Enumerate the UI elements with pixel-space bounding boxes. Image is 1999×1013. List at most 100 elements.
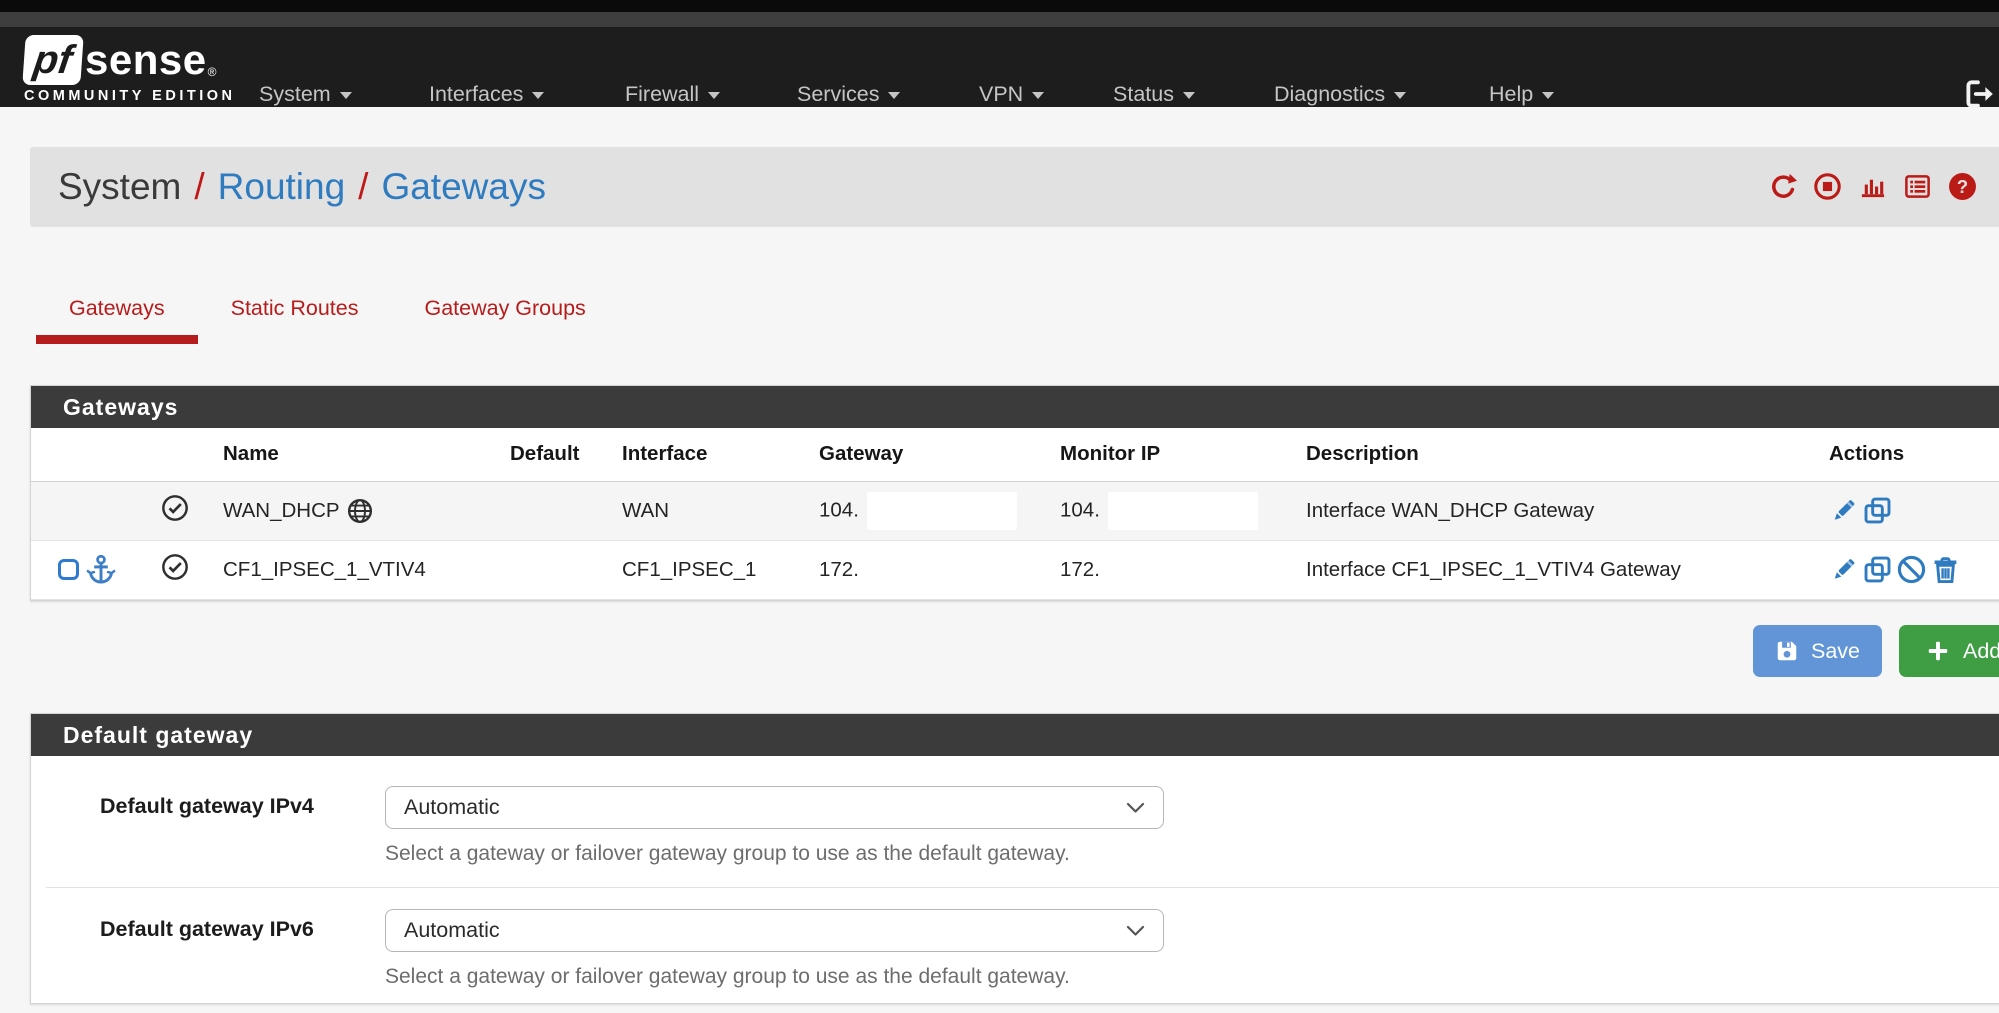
default-gateway-ipv4-label: Default gateway IPv4 [46, 786, 385, 866]
copy-icon[interactable] [1863, 496, 1892, 525]
chevron-down-icon [888, 92, 900, 99]
chevron-down-icon [1126, 802, 1145, 814]
nav-item-firewall[interactable]: Firewall [625, 77, 720, 111]
monitor-ip-cell: 172. [1052, 540, 1298, 599]
bar-chart-icon[interactable] [1858, 172, 1887, 201]
breadcrumb: System / Routing / Gateways [58, 166, 546, 208]
nav-item-status[interactable]: Status [1113, 77, 1195, 111]
status-cell [151, 540, 215, 599]
form-row-ipv6: Default gateway IPv6 Automatic Select a … [46, 888, 1999, 1010]
col-name: Name [215, 428, 502, 481]
gateway-name: WAN_DHCP [223, 499, 340, 523]
top-gray-strip [0, 12, 1999, 27]
gateway-cell: 104. [811, 481, 1052, 540]
list-icon[interactable] [1903, 172, 1932, 201]
save-button[interactable]: Save [1753, 625, 1882, 677]
chevron-down-icon [708, 92, 720, 99]
col-actions: Actions [1821, 428, 1999, 481]
plus-icon [1925, 638, 1951, 664]
copy-icon[interactable] [1863, 555, 1892, 584]
redaction-box [1108, 492, 1258, 530]
ipv4-help-text: Select a gateway or failover gateway gro… [385, 842, 1999, 866]
col-status [151, 428, 215, 481]
breadcrumb-system: System [58, 166, 181, 208]
chevron-down-icon [532, 92, 544, 99]
form-row-ipv4: Default gateway IPv4 Automatic Select a … [46, 756, 1999, 888]
tab-gateways[interactable]: Gateways [36, 288, 198, 344]
default-gateway-ipv4-select[interactable]: Automatic [385, 786, 1164, 829]
description-cell: Interface CF1_IPSEC_1_VTIV4 Gateway [1298, 540, 1821, 599]
sign-out-icon[interactable] [1962, 77, 1996, 111]
col-monitor-ip: Monitor IP [1052, 428, 1298, 481]
globe-icon [347, 498, 373, 524]
nav-item-interfaces[interactable]: Interfaces [429, 77, 544, 111]
sense-logo-text: sense [85, 36, 207, 84]
name-cell: WAN_DHCP [215, 481, 502, 540]
community-edition-label: COMMUNITY EDITION [24, 88, 235, 104]
chevron-down-icon [1126, 925, 1145, 937]
col-gateway: Gateway [811, 428, 1052, 481]
nav-item-vpn[interactable]: VPN [979, 77, 1044, 111]
delete-icon[interactable] [1931, 555, 1960, 584]
nav-item-label: System [259, 82, 331, 107]
pf-logo-text: pf [31, 38, 75, 83]
edit-icon[interactable] [1829, 555, 1858, 584]
actions-cell [1821, 481, 1999, 540]
nav-item-services[interactable]: Services [797, 77, 900, 111]
nav-item-label: Services [797, 82, 879, 107]
nav-item-label: Diagnostics [1274, 82, 1385, 107]
nav-item-label: Firewall [625, 82, 699, 107]
col-select [31, 428, 151, 481]
chevron-down-icon [340, 92, 352, 99]
refresh-icon[interactable] [1768, 172, 1797, 201]
edit-icon[interactable] [1829, 496, 1858, 525]
gateway-cell: 172. [811, 540, 1052, 599]
actions-cell [1821, 540, 1999, 599]
tab-gateway-groups[interactable]: Gateway Groups [391, 288, 618, 344]
gateway-name: CF1_IPSEC_1_VTIV4 [223, 558, 426, 581]
chevron-down-icon [1032, 92, 1044, 99]
monitor-ip: 172. [1060, 558, 1100, 581]
table-row: CF1_IPSEC_1_VTIV4 CF1_IPSEC_1 172. 172. … [31, 540, 1999, 599]
interface-cell: CF1_IPSEC_1 [614, 540, 811, 599]
tab-static-routes[interactable]: Static Routes [198, 288, 392, 344]
col-default: Default [502, 428, 614, 481]
save-button-label: Save [1811, 639, 1860, 664]
default-cell [502, 481, 614, 540]
col-interface: Interface [614, 428, 811, 481]
nav-item-label: VPN [979, 82, 1023, 107]
col-description: Description [1298, 428, 1821, 481]
selected-option: Automatic [404, 795, 500, 820]
tab-bar: Gateways Static Routes Gateway Groups [30, 288, 619, 344]
nav-item-label: Status [1113, 82, 1174, 107]
monitor-ip-cell: 104. [1052, 481, 1298, 540]
registered-mark: ® [208, 65, 217, 79]
nav-item-help[interactable]: Help [1489, 77, 1554, 111]
name-cell: CF1_IPSEC_1_VTIV4 [215, 540, 502, 599]
description-cell: Interface WAN_DHCP Gateway [1298, 481, 1821, 540]
question-circle-icon[interactable]: ? [1948, 172, 1977, 201]
nav-item-system[interactable]: System [259, 77, 352, 111]
disable-icon[interactable] [1897, 555, 1926, 584]
default-cell [502, 540, 614, 599]
gateway-ip: 104. [819, 498, 859, 521]
add-button[interactable]: Add [1899, 625, 1999, 677]
breadcrumb-separator: / [194, 166, 204, 208]
button-row: Save Add [30, 625, 1999, 677]
select-cell [31, 481, 151, 540]
stop-circle-icon[interactable] [1813, 172, 1842, 201]
breadcrumb-routing-link[interactable]: Routing [218, 166, 346, 208]
default-gateway-panel-title: Default gateway [31, 714, 1999, 756]
chevron-down-icon [1542, 92, 1554, 99]
status-cell [151, 481, 215, 540]
nav-item-diagnostics[interactable]: Diagnostics [1274, 77, 1406, 111]
row-select-checkbox[interactable] [58, 559, 79, 580]
check-circle-icon [161, 504, 189, 527]
default-gateway-ipv6-label: Default gateway IPv6 [46, 909, 385, 989]
breadcrumb-gateways-link[interactable]: Gateways [381, 166, 546, 208]
redaction-box [867, 492, 1017, 530]
default-gateway-ipv6-select[interactable]: Automatic [385, 909, 1164, 952]
pfsense-logo[interactable]: pf sense ® COMMUNITY EDITION [24, 35, 235, 104]
breadcrumb-bar: System / Routing / Gateways ? [30, 147, 1999, 227]
gateway-ip: 172. [819, 558, 859, 581]
